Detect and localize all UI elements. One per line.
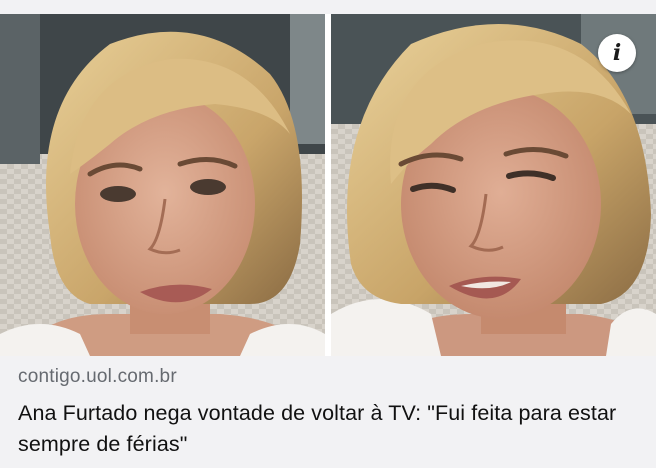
news-card[interactable]: i contigo.uol.com.br Ana Furtado nega vo… <box>0 0 656 468</box>
woman-portrait-left <box>0 14 325 356</box>
info-icon: i <box>612 40 622 66</box>
article-image[interactable]: i <box>0 14 656 356</box>
article-headline[interactable]: Ana Furtado nega vontade de voltar à TV:… <box>18 398 638 460</box>
source-domain: contigo.uol.com.br <box>18 366 177 387</box>
info-button[interactable]: i <box>598 34 636 72</box>
photo-left <box>0 14 325 356</box>
article-meta[interactable]: contigo.uol.com.br Ana Furtado nega vont… <box>18 366 638 460</box>
